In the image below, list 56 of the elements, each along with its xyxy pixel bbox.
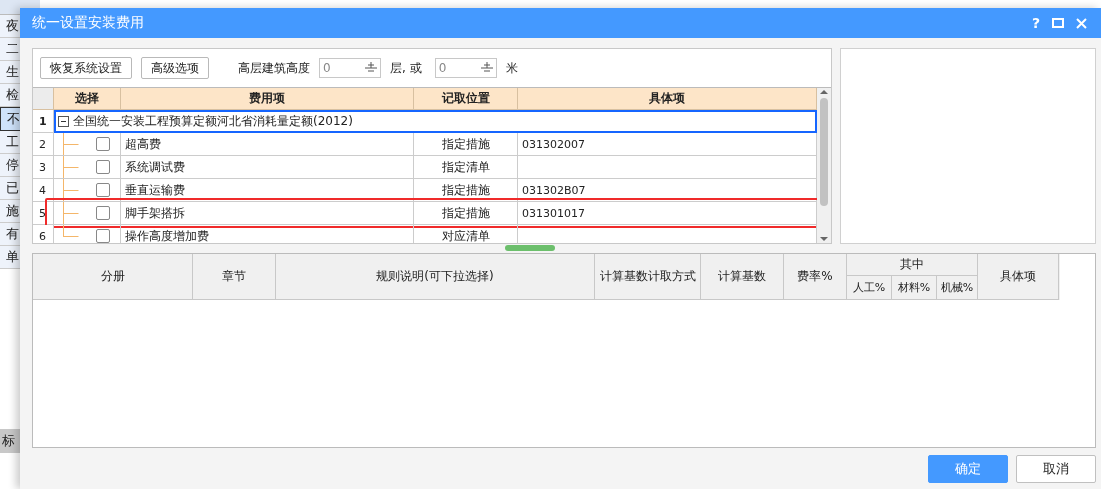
splitter-handle[interactable] bbox=[505, 245, 555, 251]
row-number: 2 bbox=[33, 133, 54, 156]
collapse-icon[interactable] bbox=[58, 116, 69, 127]
group-row[interactable]: 全国统一安装工程预算定额河北省消耗量定额(2012) bbox=[54, 110, 817, 133]
checkbox[interactable] bbox=[96, 160, 110, 174]
location-cell: 对应清单 bbox=[441, 227, 490, 243]
row-number: 4 bbox=[33, 179, 54, 202]
column-header: 章节 bbox=[193, 254, 276, 300]
fee-name: 脚手架搭拆 bbox=[125, 204, 185, 222]
checkbox[interactable] bbox=[96, 206, 110, 220]
fee-name: 垂直运输费 bbox=[125, 181, 185, 199]
column-header: 材料% bbox=[892, 276, 937, 300]
scroll-down-icon[interactable] bbox=[819, 235, 829, 243]
fee-name: 操作高度增加费 bbox=[125, 227, 209, 243]
floors-unit: 层, 或 bbox=[390, 59, 422, 77]
checkbox[interactable] bbox=[96, 229, 110, 243]
close-icon bbox=[1076, 17, 1087, 29]
scrollbar[interactable] bbox=[817, 88, 831, 243]
column-header[interactable]: 记取位置 bbox=[414, 88, 518, 110]
detail-cell: 031302007 bbox=[518, 133, 817, 156]
grid-corner bbox=[33, 88, 54, 110]
detail-cell: 031302B07 bbox=[518, 179, 817, 202]
number-field[interactable]: 0 bbox=[434, 58, 497, 78]
fee-name: 系统调试费 bbox=[125, 158, 185, 176]
location-cell: 指定措施 bbox=[441, 181, 490, 199]
column-header: 具体项 bbox=[978, 254, 1059, 300]
number-field[interactable]: 0 bbox=[319, 58, 381, 78]
meters-unit: 米 bbox=[505, 59, 518, 77]
row-number: 5 bbox=[33, 202, 54, 225]
location-cell: 指定措施 bbox=[441, 135, 490, 153]
column-header: 计算基数计取方式 bbox=[595, 254, 701, 300]
column-header[interactable]: 费用项 bbox=[121, 88, 414, 110]
fee-name: 超高费 bbox=[125, 135, 161, 153]
column-header: 人工% bbox=[847, 276, 892, 300]
cancel-button[interactable]: 取消 bbox=[1016, 454, 1096, 483]
location-cell: 指定措施 bbox=[441, 204, 490, 222]
column-header: 分册 bbox=[33, 254, 193, 300]
maximize-icon bbox=[1052, 18, 1064, 28]
height-label: 高层建筑高度 bbox=[238, 59, 310, 77]
column-header[interactable]: 具体项 bbox=[518, 88, 817, 110]
column-header[interactable]: 选择 bbox=[54, 88, 121, 110]
toolbar-button[interactable]: 高级选项 bbox=[141, 57, 209, 79]
column-header: 计算基数 bbox=[701, 254, 784, 300]
toolbar-button[interactable]: 恢复系统设置 bbox=[40, 57, 132, 79]
checkbox[interactable] bbox=[96, 183, 110, 197]
column-group-header: 其中 bbox=[847, 254, 978, 276]
column-header: 机械% bbox=[937, 276, 978, 300]
location-cell: 指定清单 bbox=[441, 158, 490, 176]
row-number: 3 bbox=[33, 156, 54, 179]
column-header: 费率% bbox=[784, 254, 847, 300]
checkbox[interactable] bbox=[96, 137, 110, 151]
detail-cell: 031301017 bbox=[518, 202, 817, 225]
group-label: 全国统一安装工程预算定额河北省消耗量定额(2012) bbox=[73, 113, 353, 130]
row-number: 1 bbox=[33, 110, 54, 133]
column-header: 规则说明(可下拉选择) bbox=[276, 254, 595, 300]
scroll-up-icon[interactable] bbox=[819, 88, 829, 96]
